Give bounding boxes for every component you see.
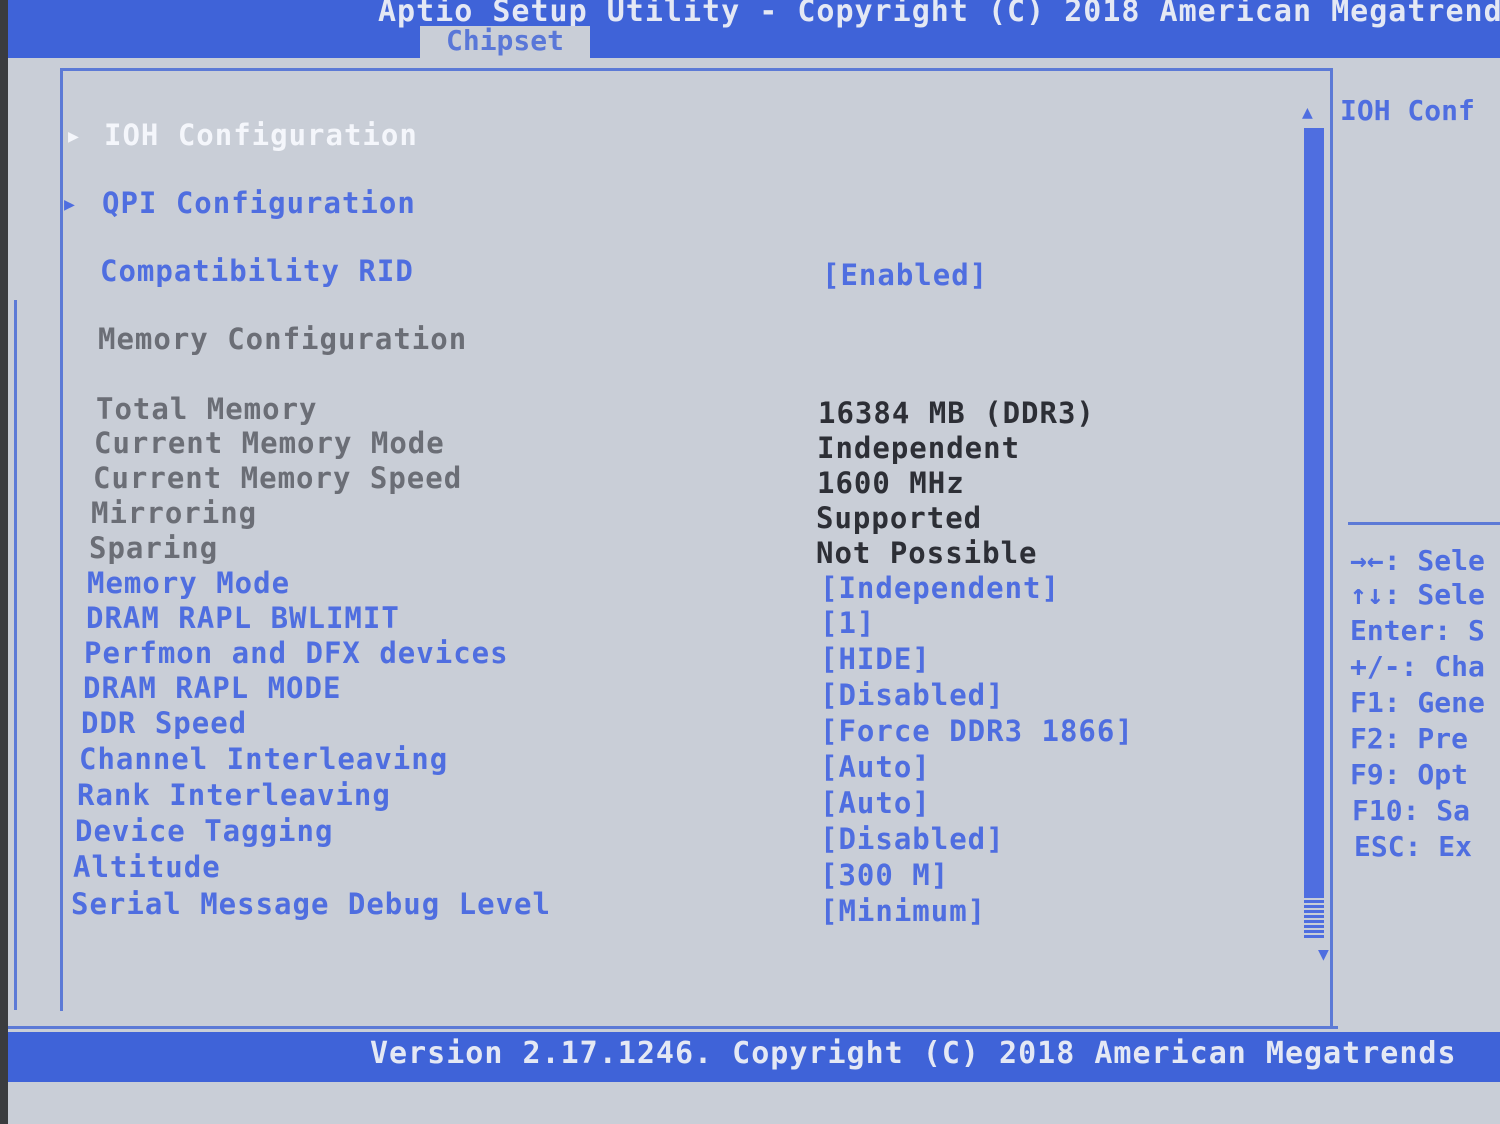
section-memory-configuration: Memory Configuration [98,322,468,356]
help-key-select-item: ↑↓: Sele [1350,578,1485,611]
value-sparing: Not Possible [816,536,1038,570]
scroll-up-arrow-icon[interactable]: ▲ [1302,102,1313,123]
value-perfmon-dfx-devices[interactable]: [HIDE] [820,642,931,676]
value-compatibility-rid[interactable]: [Enabled] [822,258,988,292]
menu-item-perfmon-dfx-devices[interactable]: Perfmon and DFX devices [84,636,509,670]
value-rank-interleaving[interactable]: [Auto] [820,786,931,820]
value-total-memory: 16384 MB (DDR3) [818,396,1095,430]
tab-chipset[interactable]: Chipset [420,26,590,58]
help-key-esc: ESC: Ex [1354,830,1473,863]
value-memory-mode[interactable]: [Independent] [820,571,1060,605]
value-mirroring: Supported [816,501,983,535]
label-total-memory: Total Memory [96,392,318,426]
scrollbar-track[interactable] [1304,128,1324,938]
label-sparing: Sparing [89,531,219,565]
scrollbar-thumb[interactable] [1304,896,1324,938]
value-dram-rapl-mode[interactable]: [Disabled] [820,678,1005,712]
help-key-f10: F10: Sa [1352,794,1471,827]
value-serial-message-debug-level[interactable]: [Minimum] [820,894,986,928]
help-key-f1: F1: Gene [1350,686,1485,719]
help-key-enter: Enter: S [1350,614,1485,647]
title-bar: Aptio Setup Utility - Copyright (C) 2018… [8,0,1500,58]
value-altitude[interactable]: [300 M] [820,858,949,892]
menu-item-dram-rapl-mode[interactable]: DRAM RAPL MODE [83,671,341,705]
value-dram-rapl-bwlimit[interactable]: [1] [820,606,875,640]
label-current-memory-speed: Current Memory Speed [93,461,463,495]
help-key-f2: F2: Pre [1350,722,1469,755]
version-text: Version 2.17.1246. Copyright (C) 2018 Am… [370,1036,1457,1071]
help-title: IOH Conf [1340,94,1475,127]
menu-item-ioh-configuration[interactable]: IOH Configuration [104,118,418,152]
bios-screen: Aptio Setup Utility - Copyright (C) 2018… [8,0,1500,1124]
help-key-change: +/-: Cha [1350,650,1485,683]
menu-item-memory-mode[interactable]: Memory Mode [87,566,290,600]
value-current-memory-mode: Independent [817,431,1021,465]
label-current-memory-mode: Current Memory Mode [94,426,445,460]
menu-item-qpi-configuration[interactable]: QPI Configuration [102,186,416,220]
help-key-f9: F9: Opt [1350,758,1469,791]
label-mirroring: Mirroring [91,496,258,530]
scroll-down-arrow-icon[interactable]: ▼ [1318,944,1329,965]
help-divider [1348,522,1500,525]
menu-item-altitude[interactable]: Altitude [73,850,221,884]
menu-item-ddr-speed[interactable]: DDR Speed [81,706,247,740]
menu-item-rank-interleaving[interactable]: Rank Interleaving [77,778,391,812]
menu-item-dram-rapl-bwlimit[interactable]: DRAM RAPL BWLIMIT [86,601,400,635]
left-border [14,300,17,1010]
menu-item-compatibility-rid[interactable]: Compatibility RID [100,254,414,288]
menu-item-channel-interleaving[interactable]: Channel Interleaving [79,742,448,776]
help-key-select-screen: →←: Sele [1350,544,1485,577]
value-current-memory-speed: 1600 MHz [817,466,965,500]
menu-item-device-tagging[interactable]: Device Tagging [75,814,333,848]
submenu-arrow-icon: ▶ [64,194,75,215]
menu-item-serial-message-debug-level[interactable]: Serial Message Debug Level [71,887,551,921]
value-ddr-speed[interactable]: [Force DDR3 1866] [820,714,1134,748]
bottom-frame [8,1008,1338,1029]
value-device-tagging[interactable]: [Disabled] [820,822,1005,856]
value-channel-interleaving[interactable]: [Auto] [820,750,931,784]
submenu-arrow-icon: ▶ [68,126,79,147]
